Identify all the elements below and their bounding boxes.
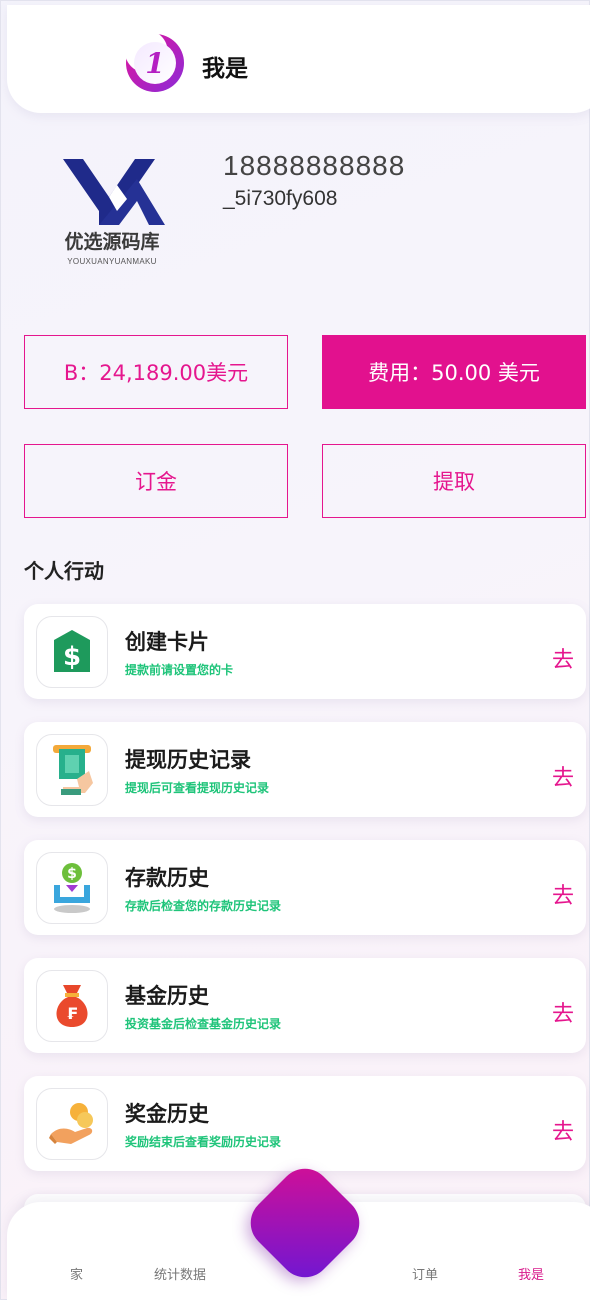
user-phone: 18888888888 xyxy=(223,150,406,181)
nav-orders[interactable]: 订单 xyxy=(412,1264,438,1283)
card-title: 提现历史记录 xyxy=(125,748,251,772)
deposit-coin-icon: $ xyxy=(36,852,108,924)
card-subtitle: 提现后可查看提现历史记录 xyxy=(125,781,270,795)
page-title: 我是 xyxy=(202,56,248,82)
svg-text:$: $ xyxy=(67,866,77,882)
card-title: 奖金历史 xyxy=(125,1102,209,1126)
section-title: 个人行动 xyxy=(24,559,104,583)
card-subtitle: 奖励结束后查看奖励历史记录 xyxy=(125,1135,282,1149)
go-link[interactable]: 去 xyxy=(552,996,574,1028)
card-subtitle: 提款前请设置您的卡 xyxy=(125,663,234,677)
go-link[interactable]: 去 xyxy=(552,760,574,792)
nav-me[interactable]: 我是 xyxy=(518,1264,544,1283)
app-logo-icon: 1 xyxy=(126,34,184,92)
action-card-deposit-history[interactable]: $ 存款历史 存款后检查您的存款历史记录 去 xyxy=(24,840,586,935)
me-page: 1 我是 优选源码库 YOUXUANYUANMAKU 18888888888 _… xyxy=(0,0,590,1300)
money-bag-icon: ₣ xyxy=(36,970,108,1042)
go-link[interactable]: 去 xyxy=(552,642,574,674)
brand-logo-icon xyxy=(63,159,165,225)
card-title: 基金历史 xyxy=(125,984,209,1008)
nav-stats[interactable]: 统计数据 xyxy=(154,1264,206,1283)
action-card-withdraw-history[interactable]: 提现历史记录 提现后可查看提现历史记录 去 xyxy=(24,722,586,817)
avatar: 优选源码库 YOUXUANYUANMAKU xyxy=(53,153,171,273)
card-title: 创建卡片 xyxy=(125,630,209,654)
nav-home[interactable]: 家 xyxy=(70,1264,83,1283)
brand-subtitle: YOUXUANYUANMAKU xyxy=(67,257,157,266)
hand-coins-icon xyxy=(36,1088,108,1160)
svg-text:$: $ xyxy=(63,642,81,672)
go-link[interactable]: 去 xyxy=(552,1114,574,1146)
user-id: _5i730fy608 xyxy=(223,187,338,210)
balance-button[interactable]: B：24,189.00美元 xyxy=(24,335,288,409)
header-blank-area xyxy=(25,27,91,87)
fee-button[interactable]: 费用：50.00 美元 xyxy=(322,335,586,409)
withdraw-button[interactable]: 提取 xyxy=(322,444,586,518)
top-header xyxy=(7,5,590,113)
deposit-button[interactable]: 订金 xyxy=(24,444,288,518)
svg-text:₣: ₣ xyxy=(66,1004,77,1023)
card-subtitle: 存款后检查您的存款历史记录 xyxy=(125,899,282,913)
go-link[interactable]: 去 xyxy=(552,878,574,910)
brand-name: 优选源码库 xyxy=(64,231,160,253)
action-card-fund-history[interactable]: ₣ 基金历史 投资基金后检查基金历史记录 去 xyxy=(24,958,586,1053)
action-card-bonus-history[interactable]: 奖金历史 奖励结束后查看奖励历史记录 去 xyxy=(24,1076,586,1171)
action-card-create-card[interactable]: $ 创建卡片 提款前请设置您的卡 去 xyxy=(24,604,586,699)
card-subtitle: 投资基金后检查基金历史记录 xyxy=(125,1017,282,1031)
card-title: 存款历史 xyxy=(125,866,209,890)
card-dollar-icon: $ xyxy=(36,616,108,688)
atm-withdraw-icon xyxy=(36,734,108,806)
